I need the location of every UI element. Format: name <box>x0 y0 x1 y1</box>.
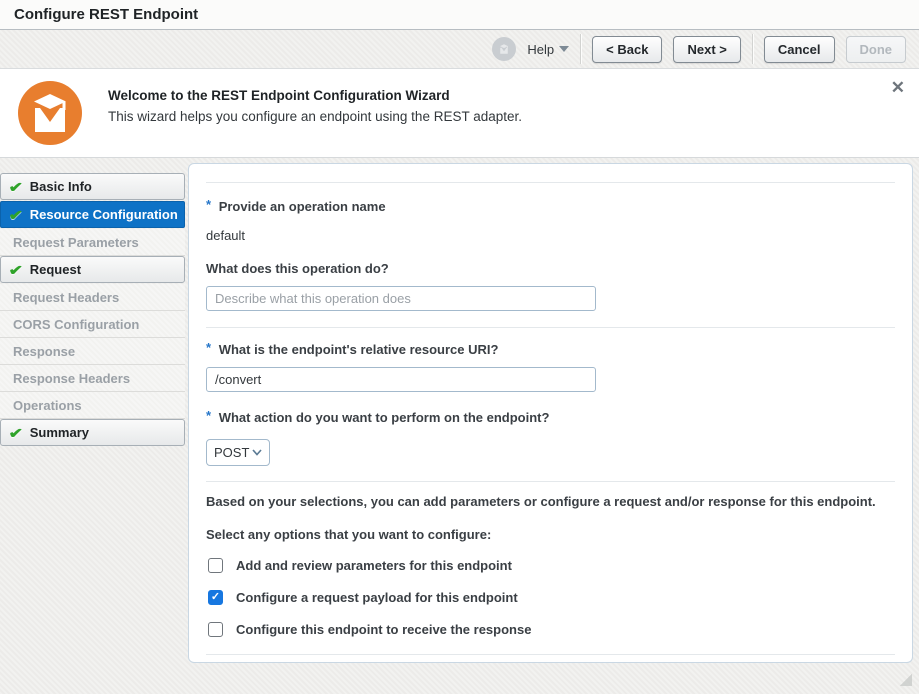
sidebar-item-resource-configuration[interactable]: ✔ Resource Configuration <box>0 201 185 228</box>
section-divider <box>206 654 895 655</box>
option-configure-response[interactable]: Configure this endpoint to receive the r… <box>208 622 895 637</box>
wizard-steps-sidebar: ✔ Basic Info ✔ Resource Configuration Re… <box>0 173 185 447</box>
toolbar-divider <box>752 34 753 64</box>
sidebar-item-request-parameters: Request Parameters <box>0 229 185 256</box>
resize-grip[interactable] <box>900 674 912 686</box>
done-button: Done <box>846 36 907 63</box>
close-icon[interactable]: ✕ <box>891 79 905 96</box>
resource-configuration-panel: * Provide an operation name default What… <box>188 163 913 663</box>
section-divider <box>206 481 895 482</box>
cancel-button[interactable]: Cancel <box>764 36 835 63</box>
required-asterisk: * <box>206 408 211 423</box>
help-menu[interactable]: Help <box>527 42 569 57</box>
sidebar-item-response-headers: Response Headers <box>0 365 185 392</box>
adapter-avatar-icon <box>492 37 516 61</box>
help-label: Help <box>527 42 554 57</box>
sidebar-item-cors-configuration: CORS Configuration <box>0 311 185 338</box>
page-title: Configure REST Endpoint <box>14 6 198 23</box>
step-label: CORS Configuration <box>13 317 139 332</box>
option-add-review-parameters[interactable]: Add and review parameters for this endpo… <box>208 558 895 573</box>
action-select[interactable]: POST <box>206 439 270 466</box>
operation-name-label: Provide an operation name <box>219 199 386 214</box>
check-icon: ✔ <box>9 426 24 440</box>
option-label: Configure a request payload for this end… <box>236 590 518 605</box>
back-button[interactable]: < Back <box>592 36 662 63</box>
sidebar-item-operations: Operations <box>0 392 185 419</box>
step-label: Request <box>30 262 81 277</box>
check-icon: ✔ <box>9 263 24 277</box>
rest-adapter-wizard-icon <box>18 81 82 145</box>
required-asterisk: * <box>206 340 211 355</box>
adapter-glyph-icon <box>496 41 512 57</box>
operation-desc-label: What does this operation do? <box>206 261 389 276</box>
chevron-down-icon <box>252 449 262 456</box>
step-label: Response <box>13 344 75 359</box>
checkbox[interactable] <box>208 622 223 637</box>
step-label: Response Headers <box>13 371 130 386</box>
step-label: Request Parameters <box>13 235 139 250</box>
check-icon: ✔ <box>9 180 24 194</box>
banner-subtitle: This wizard helps you configure an endpo… <box>108 109 522 124</box>
action-label: What action do you want to perform on th… <box>219 410 550 425</box>
chevron-down-icon <box>559 46 569 52</box>
step-label: Basic Info <box>30 179 92 194</box>
required-asterisk: * <box>206 197 211 212</box>
banner-title: Welcome to the REST Endpoint Configurati… <box>108 88 522 103</box>
option-label: Add and review parameters for this endpo… <box>236 558 512 573</box>
operation-desc-input[interactable] <box>206 286 596 311</box>
toolbar-divider <box>580 34 581 64</box>
selections-info-text: Based on your selections, you can add pa… <box>206 494 895 509</box>
check-icon: ✔ <box>9 208 24 222</box>
sidebar-item-basic-info[interactable]: ✔ Basic Info <box>0 173 185 200</box>
step-label: Request Headers <box>13 290 119 305</box>
sidebar-item-request-headers: Request Headers <box>0 284 185 311</box>
resource-uri-input[interactable] <box>206 367 596 392</box>
checkbox[interactable] <box>208 590 223 605</box>
options-label: Select any options that you want to conf… <box>206 527 895 542</box>
checkbox[interactable] <box>208 558 223 573</box>
sidebar-item-summary[interactable]: ✔ Summary <box>0 419 185 446</box>
step-label: Operations <box>13 398 82 413</box>
workspace: ✔ Basic Info ✔ Resource Configuration Re… <box>0 158 919 694</box>
operation-name-value: default <box>206 228 895 243</box>
resource-uri-label: What is the endpoint's relative resource… <box>219 342 499 357</box>
sidebar-item-response: Response <box>0 338 185 365</box>
banner-text: Welcome to the REST Endpoint Configurati… <box>108 81 522 124</box>
step-label: Resource Configuration <box>30 207 178 222</box>
option-label: Configure this endpoint to receive the r… <box>236 622 531 637</box>
configure-rest-endpoint-window: Configure REST Endpoint Help < Back Next… <box>0 0 919 694</box>
next-button[interactable]: Next > <box>673 36 740 63</box>
welcome-banner: Welcome to the REST Endpoint Configurati… <box>0 69 919 158</box>
action-selected-value: POST <box>214 445 249 460</box>
title-bar: Configure REST Endpoint <box>0 0 919 30</box>
section-divider <box>206 182 895 183</box>
sidebar-item-request[interactable]: ✔ Request <box>0 256 185 283</box>
option-configure-request-payload[interactable]: Configure a request payload for this end… <box>208 590 895 605</box>
wizard-toolbar: Help < Back Next > Cancel Done <box>0 30 919 69</box>
step-label: Summary <box>30 425 89 440</box>
section-divider <box>206 327 895 328</box>
